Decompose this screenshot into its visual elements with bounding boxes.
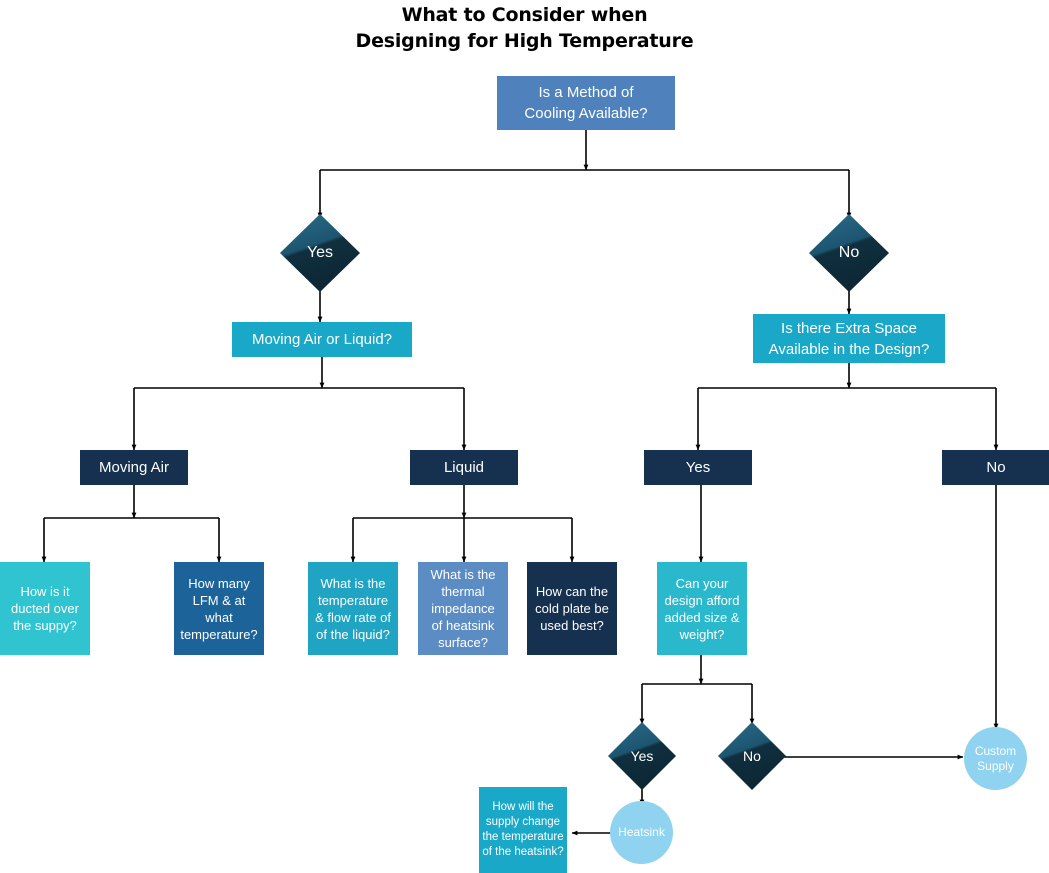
node-heatsink-label: Heatsink [618,825,665,839]
node-root-label: Is a Method of Cooling Available? [524,84,648,122]
node-custom-supply-label: Custom Supply [974,743,1017,773]
node-supply-change-label: How will the supply change the temperatu… [482,801,564,858]
edge-layer [41,130,999,836]
node-afford-yes-label: Yes [630,748,654,764]
node-lfm[interactable]: How many LFM & at what temperature? [174,562,264,655]
node-afford-yes[interactable]: Yes [608,722,676,790]
node-liquid-label: Liquid [443,459,485,476]
node-no-top-label: No [838,244,860,261]
node-moving-air-or-liquid-label: Moving Air or Liquid? [251,330,393,348]
node-liquid-temp[interactable]: What is the temperature & flow rate of o… [308,562,398,655]
node-thermal-impedance[interactable]: What is the thermal impedance of heatsin… [418,562,508,655]
node-ducted[interactable]: How is it ducted over the suppy? [0,562,90,655]
node-cold-plate[interactable]: How can the cold plate be used best? [527,562,617,655]
flowchart-canvas: What to Consider when Designing for High… [0,0,1049,873]
node-liquid-temp-label: What is the temperature & flow rate of o… [315,575,391,642]
node-extra-space[interactable]: Is there Extra Space Available in the De… [753,314,945,363]
node-moving-air[interactable]: Moving Air [80,450,188,485]
node-space-no-label: No [986,459,1006,476]
node-ducted-label: How is it ducted over the suppy? [11,584,79,633]
node-extra-space-label: Is there Extra Space Available in the De… [768,319,930,358]
node-yes-top[interactable]: Yes [280,214,360,292]
node-afford-label: Can your design afford added size & weig… [664,575,740,642]
node-root[interactable]: Is a Method of Cooling Available? [497,76,675,130]
node-supply-change[interactable]: How will the supply change the temperatu… [479,787,567,873]
page-title: What to Consider when Designing for High… [355,4,694,52]
node-cold-plate-label: How can the cold plate be used best? [535,584,609,633]
node-heatsink[interactable]: Heatsink [610,801,673,864]
node-lfm-label: How many LFM & at what temperature? [180,575,258,642]
node-custom-supply[interactable]: Custom Supply [964,727,1027,790]
node-afford-no[interactable]: No [718,722,786,790]
node-space-no[interactable]: No [942,450,1049,485]
node-afford[interactable]: Can your design afford added size & weig… [657,562,747,655]
node-moving-air-label: Moving Air [98,459,170,476]
node-space-yes-label: Yes [685,459,711,476]
node-afford-no-label: No [743,748,761,764]
node-liquid[interactable]: Liquid [410,450,518,485]
node-yes-top-label: Yes [306,244,334,261]
node-no-top[interactable]: No [809,214,889,292]
node-thermal-impedance-label: What is the thermal impedance of heatsin… [430,567,496,650]
node-moving-air-or-liquid[interactable]: Moving Air or Liquid? [232,322,412,357]
node-space-yes[interactable]: Yes [644,450,752,485]
